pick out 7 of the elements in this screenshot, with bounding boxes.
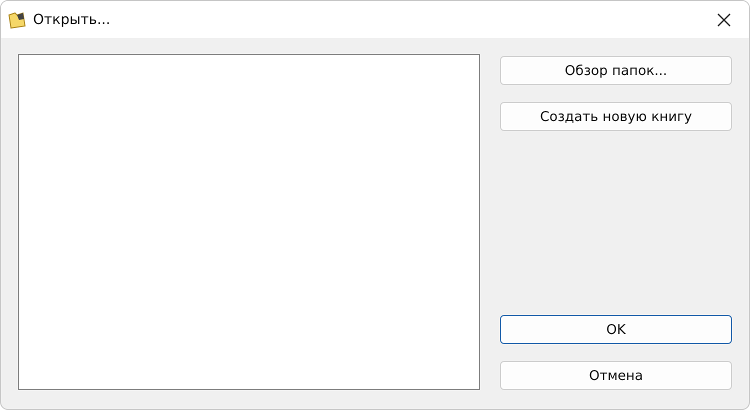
window-title: Открыть...	[33, 12, 112, 28]
dialog-button[interactable]: Создать новую книгу	[500, 102, 732, 131]
folder-icon	[7, 10, 27, 30]
dialog-button[interactable]: Обзор папок...	[500, 56, 732, 85]
ok-button[interactable]: OK	[500, 315, 732, 344]
cancel-button[interactable]: Отмена	[500, 361, 732, 390]
close-icon[interactable]	[717, 12, 731, 26]
